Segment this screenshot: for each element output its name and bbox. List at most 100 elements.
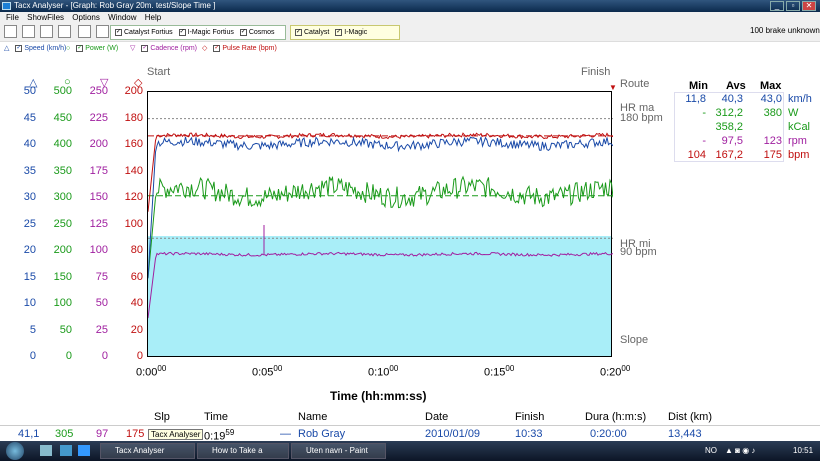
trainer-group-2: ✓ Catalyst ✓ I-Magic [290, 25, 400, 40]
app-icon [2, 2, 11, 10]
checkbox-imagic-fortius[interactable]: ✓ [178, 28, 186, 36]
multi-icon[interactable] [58, 25, 71, 38]
x-tick-main: 0:20 [600, 366, 622, 379]
x-tick-main: 0:15 [484, 366, 506, 379]
ride-finish: 10:33 [515, 428, 543, 440]
pulse-tick-label: 180 [124, 111, 143, 124]
pulse-tick-label: 20 [130, 323, 143, 336]
pulse-tick-label: 160 [124, 138, 143, 150]
legend-cadence-label: Cadence (rpm) [150, 45, 198, 52]
info-panel: Slp Time Name Date Finish Dura (h:m:s) D… [0, 411, 820, 443]
language-indicator[interactable]: NO [705, 446, 717, 455]
task-tacx-analyser[interactable]: Tacx Analyser [100, 443, 195, 459]
pulse-tick-label: 140 [124, 164, 143, 177]
graph-icon[interactable] [22, 25, 35, 38]
rider-name: Rob Gray [298, 428, 346, 440]
pulse-tick-label: 100 [124, 217, 143, 230]
stats-unit: kCal [788, 121, 811, 133]
slope-label: Slope [620, 334, 649, 346]
cadence-axis: 250 225 200 175 150 125 100 75 50 25 0 [68, 85, 108, 365]
series-legend: △ ✓ Speed (km/h) ○ ✓ Power (W) ▽ ✓ Cadence … [0, 43, 820, 54]
x-tick-sub: 00 [389, 364, 399, 373]
x-tick-label: 0:0500 [252, 364, 282, 379]
minimize-button[interactable]: _ [770, 1, 784, 11]
tray-icons[interactable]: ▲ ◙ ◉ ♪ [725, 446, 755, 455]
menu-file[interactable]: File [6, 13, 19, 22]
pulse-tick-label: 60 [130, 270, 143, 283]
x-axis-title: Time (hh:mm:ss) [330, 389, 427, 403]
x-tick-sub: 00 [273, 364, 283, 373]
pulse-tick-label: 0 [136, 350, 143, 362]
trainer-group-1: ✓ Catalyst Fortius ✓ I-Magic Fortius ✓ Cosm… [110, 25, 286, 40]
stats-header: Min [689, 80, 708, 92]
hrmax-value: 180 bpm [620, 112, 663, 124]
ride-date: 2010/01/09 [425, 428, 481, 440]
cur-speed: 41,1 [18, 428, 40, 440]
clock[interactable]: 10:51 [793, 446, 813, 455]
quicklaunch-switch-icon[interactable] [60, 445, 72, 456]
cur-power: 305 [55, 428, 74, 440]
series-plot [148, 118, 613, 319]
label-catalyst: Catalyst [304, 29, 330, 36]
cur-time-sec: 59 [225, 428, 235, 437]
label-catalyst-fortius: Catalyst Fortius [124, 29, 173, 36]
menu-help[interactable]: Help [145, 13, 161, 22]
x-tick-label: 0:1000 [368, 364, 398, 379]
tooltip: Tacx Analyser [148, 429, 204, 440]
menu-bar: File ShowFiles Options Window Help [0, 12, 820, 24]
stats-unit: rpm [788, 135, 807, 147]
checkbox-imagic[interactable]: ✓ [335, 28, 343, 36]
legend-speed[interactable]: △ ✓ Speed (km/h) [4, 43, 66, 54]
legend-pulse-label: Pulse Rate (bpm) [222, 45, 277, 52]
graph-area[interactable] [147, 91, 613, 357]
close-button[interactable]: ✕ [802, 1, 816, 11]
bike-icon[interactable] [96, 25, 109, 38]
label-imagic: I-Magic [344, 29, 368, 36]
menu-options[interactable]: Options [72, 13, 100, 22]
cur-cadence: 97 [96, 428, 109, 440]
title-bar: Tacx Analyser - [Graph: Rob Gray 20m. te… [0, 0, 820, 12]
ride-distance: 13,443 [668, 428, 702, 440]
quicklaunch-ie-icon[interactable] [78, 445, 90, 456]
pulse-tick-label: 200 [124, 85, 143, 97]
legend-speed-label: Speed (km/h) [24, 45, 67, 52]
x-tick-sub: 00 [157, 364, 167, 373]
checkbox-power[interactable]: ✓ [76, 44, 84, 52]
menu-window[interactable]: Window [108, 13, 136, 22]
taskbar: Tacx Analyser How to Take a Scree... Ute… [0, 441, 820, 469]
legend-pulse[interactable]: ◇ ✓ Pulse Rate (bpm) [202, 43, 277, 54]
menu-showfiles[interactable]: ShowFiles [27, 13, 64, 22]
start-orb-icon[interactable] [6, 442, 24, 460]
checkbox-cosmos[interactable]: ✓ [239, 28, 247, 36]
task-how-to[interactable]: How to Take a Scree... [197, 443, 289, 469]
compare-icon[interactable] [40, 25, 53, 38]
brake-status: 100 brake unknown [750, 26, 820, 35]
toolbar: ✓ Catalyst Fortius ✓ I-Magic Fortius ✓ Cosm… [0, 24, 820, 42]
x-tick-sub: 00 [505, 364, 515, 373]
checkbox-catalyst[interactable]: ✓ [295, 28, 302, 36]
pulse-tick-label: 80 [130, 244, 143, 256]
checkbox-cadence[interactable]: ✓ [141, 44, 149, 52]
checkbox-speed[interactable]: ✓ [15, 44, 23, 52]
power-axis: 500 450 400 350 300 250 200 150 100 50 0 [32, 85, 72, 365]
window-title: Tacx Analyser - [Graph: Rob Gray 20m. te… [14, 1, 216, 10]
ride-duration: 0:20:00 [590, 428, 627, 440]
pulse-tick-label: 120 [124, 191, 143, 203]
checkbox-pulse[interactable]: ✓ [213, 44, 221, 52]
pulse-tick-label: 40 [130, 297, 143, 309]
checkbox-catalyst-fortius[interactable]: ✓ [115, 28, 122, 36]
series-speed-line [148, 136, 613, 279]
task-paint[interactable]: Uten navn - Paint [291, 443, 386, 459]
print-icon[interactable] [4, 25, 17, 38]
maximize-button[interactable]: ▫ [786, 1, 800, 11]
cur-pulse: 175 [126, 428, 145, 440]
header-time: Time [204, 411, 229, 423]
ride-icon[interactable] [78, 25, 91, 38]
legend-power-label: Power (W) [85, 45, 119, 52]
legend-power[interactable]: ○ ✓ Power (W) [66, 43, 118, 54]
info-row[interactable]: 41,1 305 97 175 Tacx Analyser 0:1959 — R… [0, 425, 820, 443]
quicklaunch-desktop-icon[interactable] [40, 445, 52, 456]
legend-cadence[interactable]: ▽ ✓ Cadence (rpm) [130, 43, 197, 54]
x-tick-label: 0:0000 [136, 364, 166, 379]
stats-header: Avs [726, 80, 746, 92]
